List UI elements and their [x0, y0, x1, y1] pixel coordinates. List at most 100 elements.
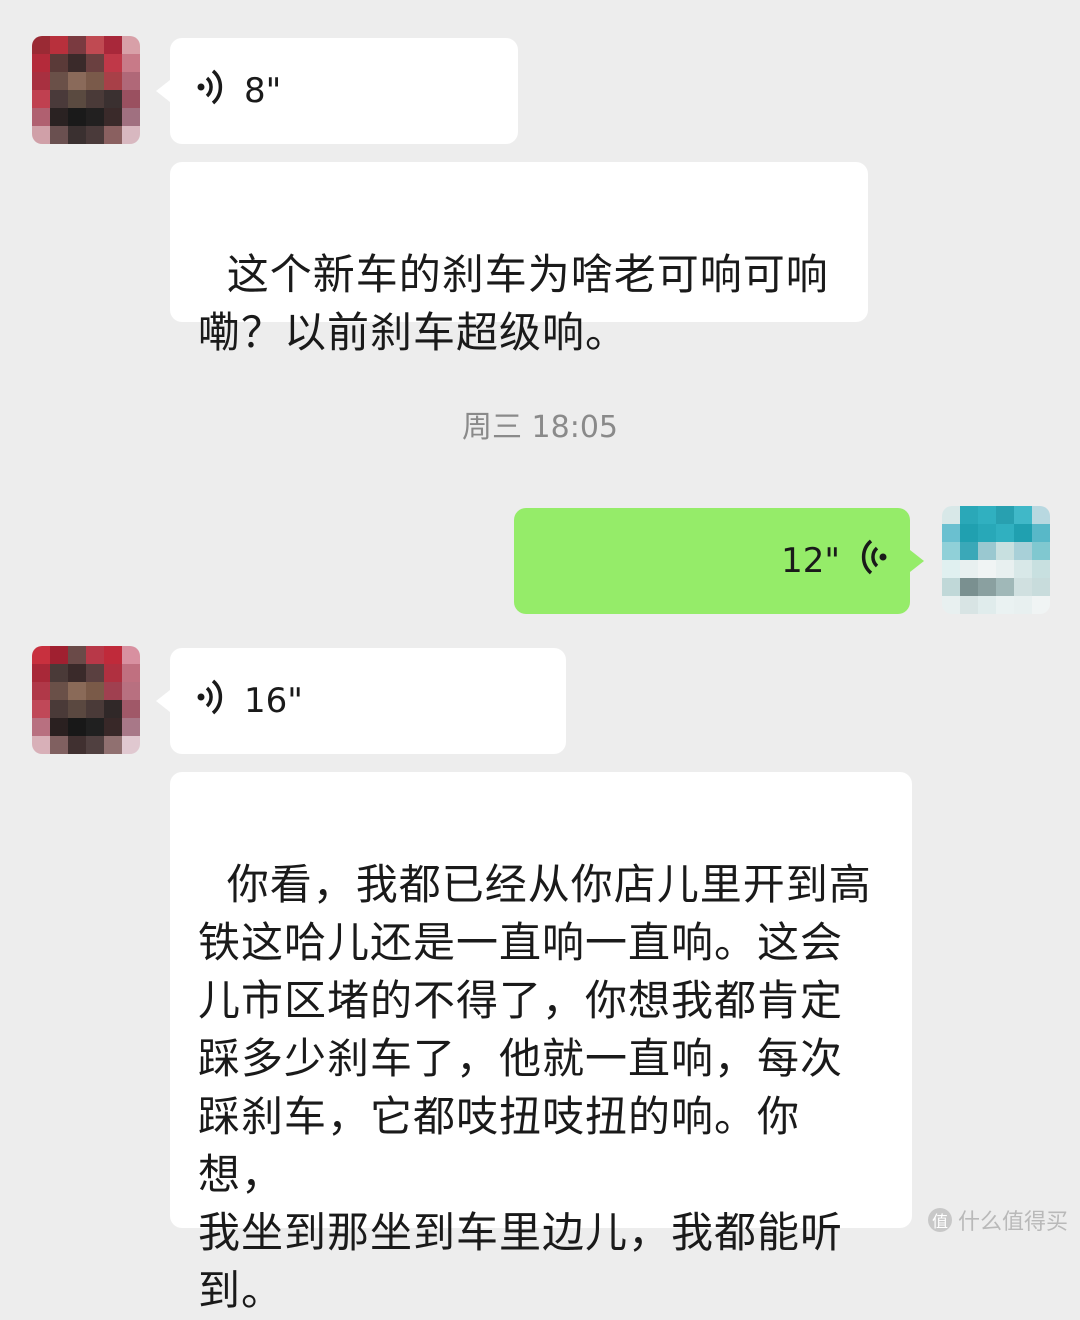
avatar-pixel: [68, 736, 86, 754]
avatar-pixel: [942, 524, 960, 542]
avatar-pixel: [996, 578, 1014, 596]
message-text: 你看，我都已经从你店儿里开到高 铁这哈儿还是一直响一直响。这会 儿市区堵的不得了…: [198, 860, 872, 1315]
avatar-pixel: [960, 578, 978, 596]
voice-message-bubble[interactable]: 8": [156, 38, 518, 144]
self-avatar[interactable]: [942, 506, 1050, 614]
avatar-pixel: [68, 126, 86, 144]
avatar-pixel: [68, 72, 86, 90]
avatar-pixel: [104, 126, 122, 144]
text-message-bubble[interactable]: 这个新车的刹车为啥老可响可响 嘞？以前刹车超级响。: [170, 162, 868, 357]
voice-message-bubble[interactable]: 16": [156, 648, 566, 754]
avatar-pixel: [68, 90, 86, 108]
avatar-pixel: [942, 542, 960, 560]
timestamp: 周三 18:05: [462, 410, 618, 445]
avatar-pixel: [86, 126, 104, 144]
avatar-pixel: [50, 54, 68, 72]
avatar-pixel: [86, 736, 104, 754]
voice-wave-icon: [858, 537, 888, 586]
avatar-pixel: [86, 646, 104, 664]
voice-message-bubble-self[interactable]: 12": [514, 508, 924, 614]
avatar-pixel: [1032, 578, 1050, 596]
watermark-text: 什么值得买: [957, 1210, 1068, 1235]
voice-wave-icon: [196, 67, 226, 116]
contact-avatar[interactable]: [32, 36, 140, 144]
voice-duration: 16": [244, 681, 303, 721]
avatar-pixel: [1032, 560, 1050, 578]
avatar-pixel: [104, 90, 122, 108]
avatar-pixel: [122, 36, 140, 54]
voice-duration: 8": [244, 71, 282, 111]
avatar-pixel: [86, 36, 104, 54]
avatar-pixel: [960, 524, 978, 542]
avatar-pixel: [942, 506, 960, 524]
avatar-pixel: [960, 560, 978, 578]
avatar-pixel: [50, 126, 68, 144]
avatar-pixel: [1014, 542, 1032, 560]
avatar-pixel: [104, 72, 122, 90]
avatar-pixel: [978, 578, 996, 596]
avatar-pixel: [32, 664, 50, 682]
avatar-pixel: [32, 126, 50, 144]
avatar-pixel: [104, 36, 122, 54]
watermark-logo-icon: 值: [927, 1208, 952, 1232]
avatar-pixel: [86, 664, 104, 682]
avatar-pixel: [50, 36, 68, 54]
avatar-pixel: [960, 542, 978, 560]
avatar-pixel: [978, 506, 996, 524]
voice-wave-icon: [196, 677, 226, 726]
text-message-bubble[interactable]: 你看，我都已经从你店儿里开到高 铁这哈儿还是一直响一直响。这会 儿市区堵的不得了…: [170, 772, 912, 1315]
avatar-pixel: [996, 560, 1014, 578]
voice-duration: 12": [781, 541, 840, 581]
avatar-pixel: [68, 108, 86, 126]
avatar-pixel: [50, 682, 68, 700]
avatar-pixel: [50, 108, 68, 126]
avatar-pixel: [50, 700, 68, 718]
avatar-pixel: [122, 646, 140, 664]
avatar-pixel: [32, 646, 50, 664]
avatar-pixel: [68, 54, 86, 72]
avatar-pixel: [996, 524, 1014, 542]
avatar-pixel: [50, 72, 68, 90]
avatar-pixel: [32, 36, 50, 54]
avatar-pixel: [86, 700, 104, 718]
avatar-pixel: [32, 736, 50, 754]
avatar-pixel: [104, 646, 122, 664]
avatar-pixel: [1014, 578, 1032, 596]
contact-avatar[interactable]: [32, 646, 140, 754]
avatar-pixel: [1014, 560, 1032, 578]
avatar-pixel: [86, 90, 104, 108]
avatar-pixel: [1032, 506, 1050, 524]
avatar-pixel: [50, 646, 68, 664]
avatar-pixel: [86, 718, 104, 736]
avatar-pixel: [50, 718, 68, 736]
avatar-pixel: [104, 700, 122, 718]
avatar-pixel: [104, 718, 122, 736]
avatar-pixel: [68, 700, 86, 718]
avatar-pixel: [104, 664, 122, 682]
message-text: 这个新车的刹车为啥老可响可响 嘞？以前刹车超级响。: [198, 250, 829, 357]
avatar-pixel: [1032, 524, 1050, 542]
avatar-pixel: [86, 72, 104, 90]
avatar-pixel: [68, 646, 86, 664]
avatar-pixel: [104, 54, 122, 72]
avatar-pixel: [122, 108, 140, 126]
avatar-pixel: [122, 718, 140, 736]
avatar-pixel: [50, 90, 68, 108]
avatar-pixel: [978, 524, 996, 542]
avatar-pixel: [1014, 524, 1032, 542]
avatar-pixel: [978, 560, 996, 578]
avatar-pixel: [122, 72, 140, 90]
avatar-pixel: [942, 578, 960, 596]
avatar-pixel: [32, 108, 50, 126]
avatar-pixel: [68, 682, 86, 700]
avatar-pixel: [942, 560, 960, 578]
avatar-pixel: [1032, 542, 1050, 560]
avatar-pixel: [122, 736, 140, 754]
avatar-pixel: [122, 664, 140, 682]
avatar-pixel: [68, 664, 86, 682]
avatar-pixel: [32, 90, 50, 108]
avatar-pixel: [32, 718, 50, 736]
avatar-pixel: [50, 664, 68, 682]
avatar-pixel: [960, 506, 978, 524]
avatar-pixel: [104, 682, 122, 700]
